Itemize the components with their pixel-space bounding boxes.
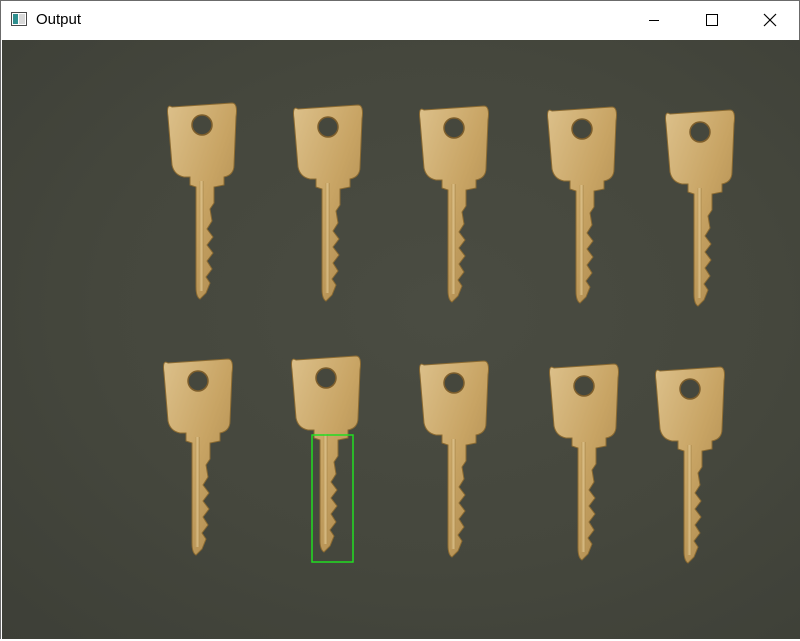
- maximize-icon: [706, 14, 718, 26]
- key-row-bottom: [162, 355, 726, 564]
- key-10: [654, 366, 726, 564]
- key-row-top: [166, 102, 736, 307]
- key-5: [664, 109, 736, 307]
- minimize-icon: [649, 20, 659, 21]
- key-2: [292, 104, 364, 302]
- key-8: [418, 360, 490, 558]
- key-1: [166, 102, 238, 300]
- maximize-button[interactable]: [683, 1, 741, 39]
- image-canvas: [2, 40, 800, 640]
- close-icon: [763, 13, 777, 27]
- close-button[interactable]: [741, 1, 799, 39]
- output-window: Output: [0, 0, 800, 641]
- keys-photo: [162, 102, 736, 564]
- key-6: [162, 358, 234, 556]
- title-bar[interactable]: Output: [1, 1, 799, 39]
- key-3: [418, 105, 490, 303]
- window-title: Output: [36, 11, 82, 28]
- minimize-button[interactable]: [625, 1, 683, 39]
- key-4: [546, 106, 618, 304]
- key-7: [290, 355, 362, 553]
- app-icon: [11, 12, 27, 26]
- key-9: [548, 363, 620, 561]
